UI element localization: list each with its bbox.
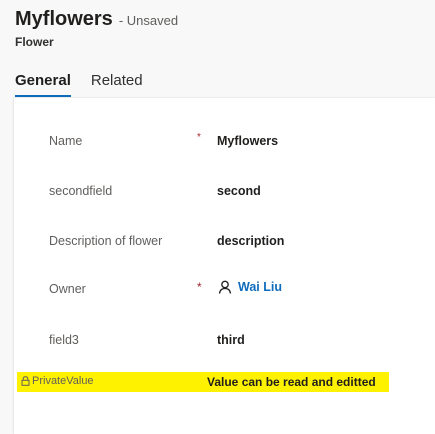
field-row-description: Description of flower description bbox=[14, 232, 435, 252]
field-label-secondfield: secondfield bbox=[49, 184, 113, 198]
field-row-name: Name * Myflowers bbox=[14, 132, 435, 152]
field-value-secondfield[interactable]: second bbox=[217, 184, 261, 198]
record-title: Myflowers bbox=[15, 8, 113, 30]
field-row-field3: field3 third bbox=[14, 331, 435, 351]
lock-icon bbox=[21, 376, 30, 386]
field-label-field3: field3 bbox=[49, 333, 79, 347]
tab-related[interactable]: Related bbox=[91, 72, 143, 97]
required-indicator: * bbox=[197, 132, 201, 143]
field-label-name: Name bbox=[49, 134, 83, 148]
title-row: Myflowers - Unsaved bbox=[15, 8, 178, 31]
tab-general[interactable]: General bbox=[15, 72, 71, 97]
field-value-owner[interactable]: Wai Liu bbox=[238, 280, 282, 294]
field-row-secondfield: secondfield second bbox=[14, 182, 435, 202]
field-value-name[interactable]: Myflowers bbox=[217, 134, 278, 148]
field-row-privatevalue: PrivateValue Value can be read and editt… bbox=[17, 372, 389, 392]
field-label-description: Description of flower bbox=[49, 234, 163, 248]
entity-type-label: Flower bbox=[15, 35, 54, 49]
unsaved-status: - Unsaved bbox=[118, 13, 179, 28]
field-label-owner: Owner bbox=[49, 282, 86, 296]
tab-list: General Related bbox=[15, 72, 143, 97]
required-indicator: * bbox=[197, 280, 202, 294]
owner-lookup[interactable]: Wai Liu bbox=[218, 280, 282, 294]
form-header: Myflowers - Unsaved Flower bbox=[15, 8, 178, 49]
field-value-privatevalue[interactable]: Value can be read and editted bbox=[207, 375, 376, 389]
field-value-field3[interactable]: third bbox=[217, 333, 245, 347]
field-row-owner: Owner * Wai Liu bbox=[14, 280, 435, 300]
privatevalue-label-text: PrivateValue bbox=[32, 375, 94, 387]
form-section: Name * Myflowers secondfield second Desc… bbox=[14, 98, 435, 434]
person-icon bbox=[218, 280, 232, 294]
field-label-privatevalue: PrivateValue bbox=[21, 375, 94, 387]
field-value-description[interactable]: description bbox=[217, 234, 284, 248]
